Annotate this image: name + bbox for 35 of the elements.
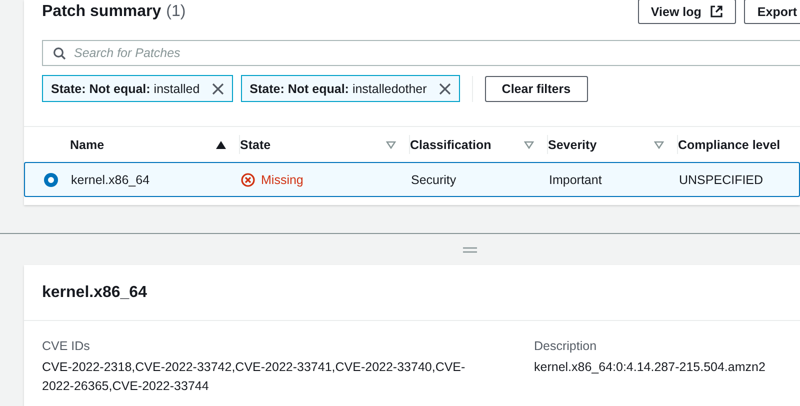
column-header[interactable]: Classification xyxy=(410,138,492,152)
close-icon[interactable] xyxy=(438,82,451,94)
search-field[interactable]: Search for Patches xyxy=(42,40,800,66)
view-log-button[interactable]: View log xyxy=(638,0,736,24)
field-label: CVE IDs xyxy=(42,339,91,353)
external-link-icon xyxy=(710,5,724,18)
status-text: Missing xyxy=(261,172,304,186)
field-label: Description xyxy=(534,339,598,353)
filter-label: State: Not equal: installed xyxy=(51,82,200,96)
column-header[interactable]: State xyxy=(240,138,271,152)
drag-handle-icon[interactable] xyxy=(463,246,477,252)
field-value: kernel.x86_64:0:4.14.287-215.504.amzn2 xyxy=(534,359,766,376)
sort-icon[interactable] xyxy=(386,140,396,148)
sort-icon[interactable] xyxy=(524,140,534,148)
search-icon xyxy=(53,46,66,60)
sort-ascending-icon[interactable] xyxy=(216,140,226,148)
error-icon xyxy=(241,172,255,186)
panel-title: Patch summary xyxy=(42,3,162,21)
close-icon[interactable] xyxy=(212,82,224,94)
table-cell: kernel.x86_64 xyxy=(71,172,150,186)
table-cell: Important xyxy=(549,172,602,186)
radio-button[interactable] xyxy=(45,174,57,186)
item-count: (1) xyxy=(166,3,186,21)
clear-filters-button[interactable]: Clear filters xyxy=(484,76,588,102)
export-button[interactable]: Export xyxy=(744,0,800,24)
column-header[interactable]: Severity xyxy=(548,138,597,152)
column-header[interactable]: Compliance level xyxy=(678,138,780,152)
column-header[interactable]: Name xyxy=(70,138,104,152)
table-row[interactable]: kernel.x86_64 Missing Security Important UNSPECIFIED xyxy=(24,162,800,197)
sort-icon[interactable] xyxy=(654,140,664,148)
field-value: CVE-2022-2318,CVE-2022-33742,CVE-2022-33741,CVE-2022-33740,CVE-2022-26365,CVE-2022-33744 xyxy=(42,359,466,395)
details-title: kernel.x86_64 xyxy=(42,284,147,302)
filter-label: State: Not equal: installedother xyxy=(250,82,427,96)
table-cell: UNSPECIFIED xyxy=(679,172,764,186)
table-cell: Security xyxy=(411,172,456,186)
